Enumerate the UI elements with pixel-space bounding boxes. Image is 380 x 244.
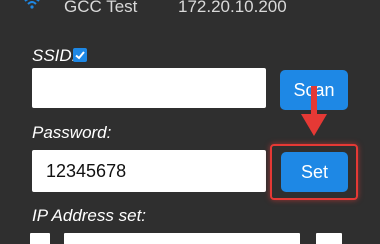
checkmark-icon [75, 51, 85, 60]
wifi-config-screen: GCC Test 172.20.10.200 SSID: Scan Passwo… [0, 0, 380, 244]
network-ip-address: 172.20.10.200 [178, 0, 287, 16]
network-row[interactable]: GCC Test 172.20.10.200 [0, 0, 380, 20]
ip-checkbox[interactable] [30, 233, 50, 244]
ssid-label: SSID: [32, 46, 77, 65]
ip-address-label: IP Address set: [32, 206, 147, 225]
ip-address-input[interactable] [64, 233, 300, 244]
wifi-icon [24, 0, 40, 9]
ssid-input[interactable] [32, 68, 266, 108]
password-label: Password: [32, 123, 112, 142]
network-ssid-name: GCC Test [64, 0, 138, 16]
pointer-arrow-icon [301, 86, 327, 136]
ip-toggle[interactable] [316, 233, 342, 244]
ssid-checkbox[interactable] [73, 48, 87, 62]
set-button-label: Set [300, 161, 329, 182]
password-input[interactable] [32, 150, 266, 192]
set-button[interactable]: Set [281, 152, 348, 192]
